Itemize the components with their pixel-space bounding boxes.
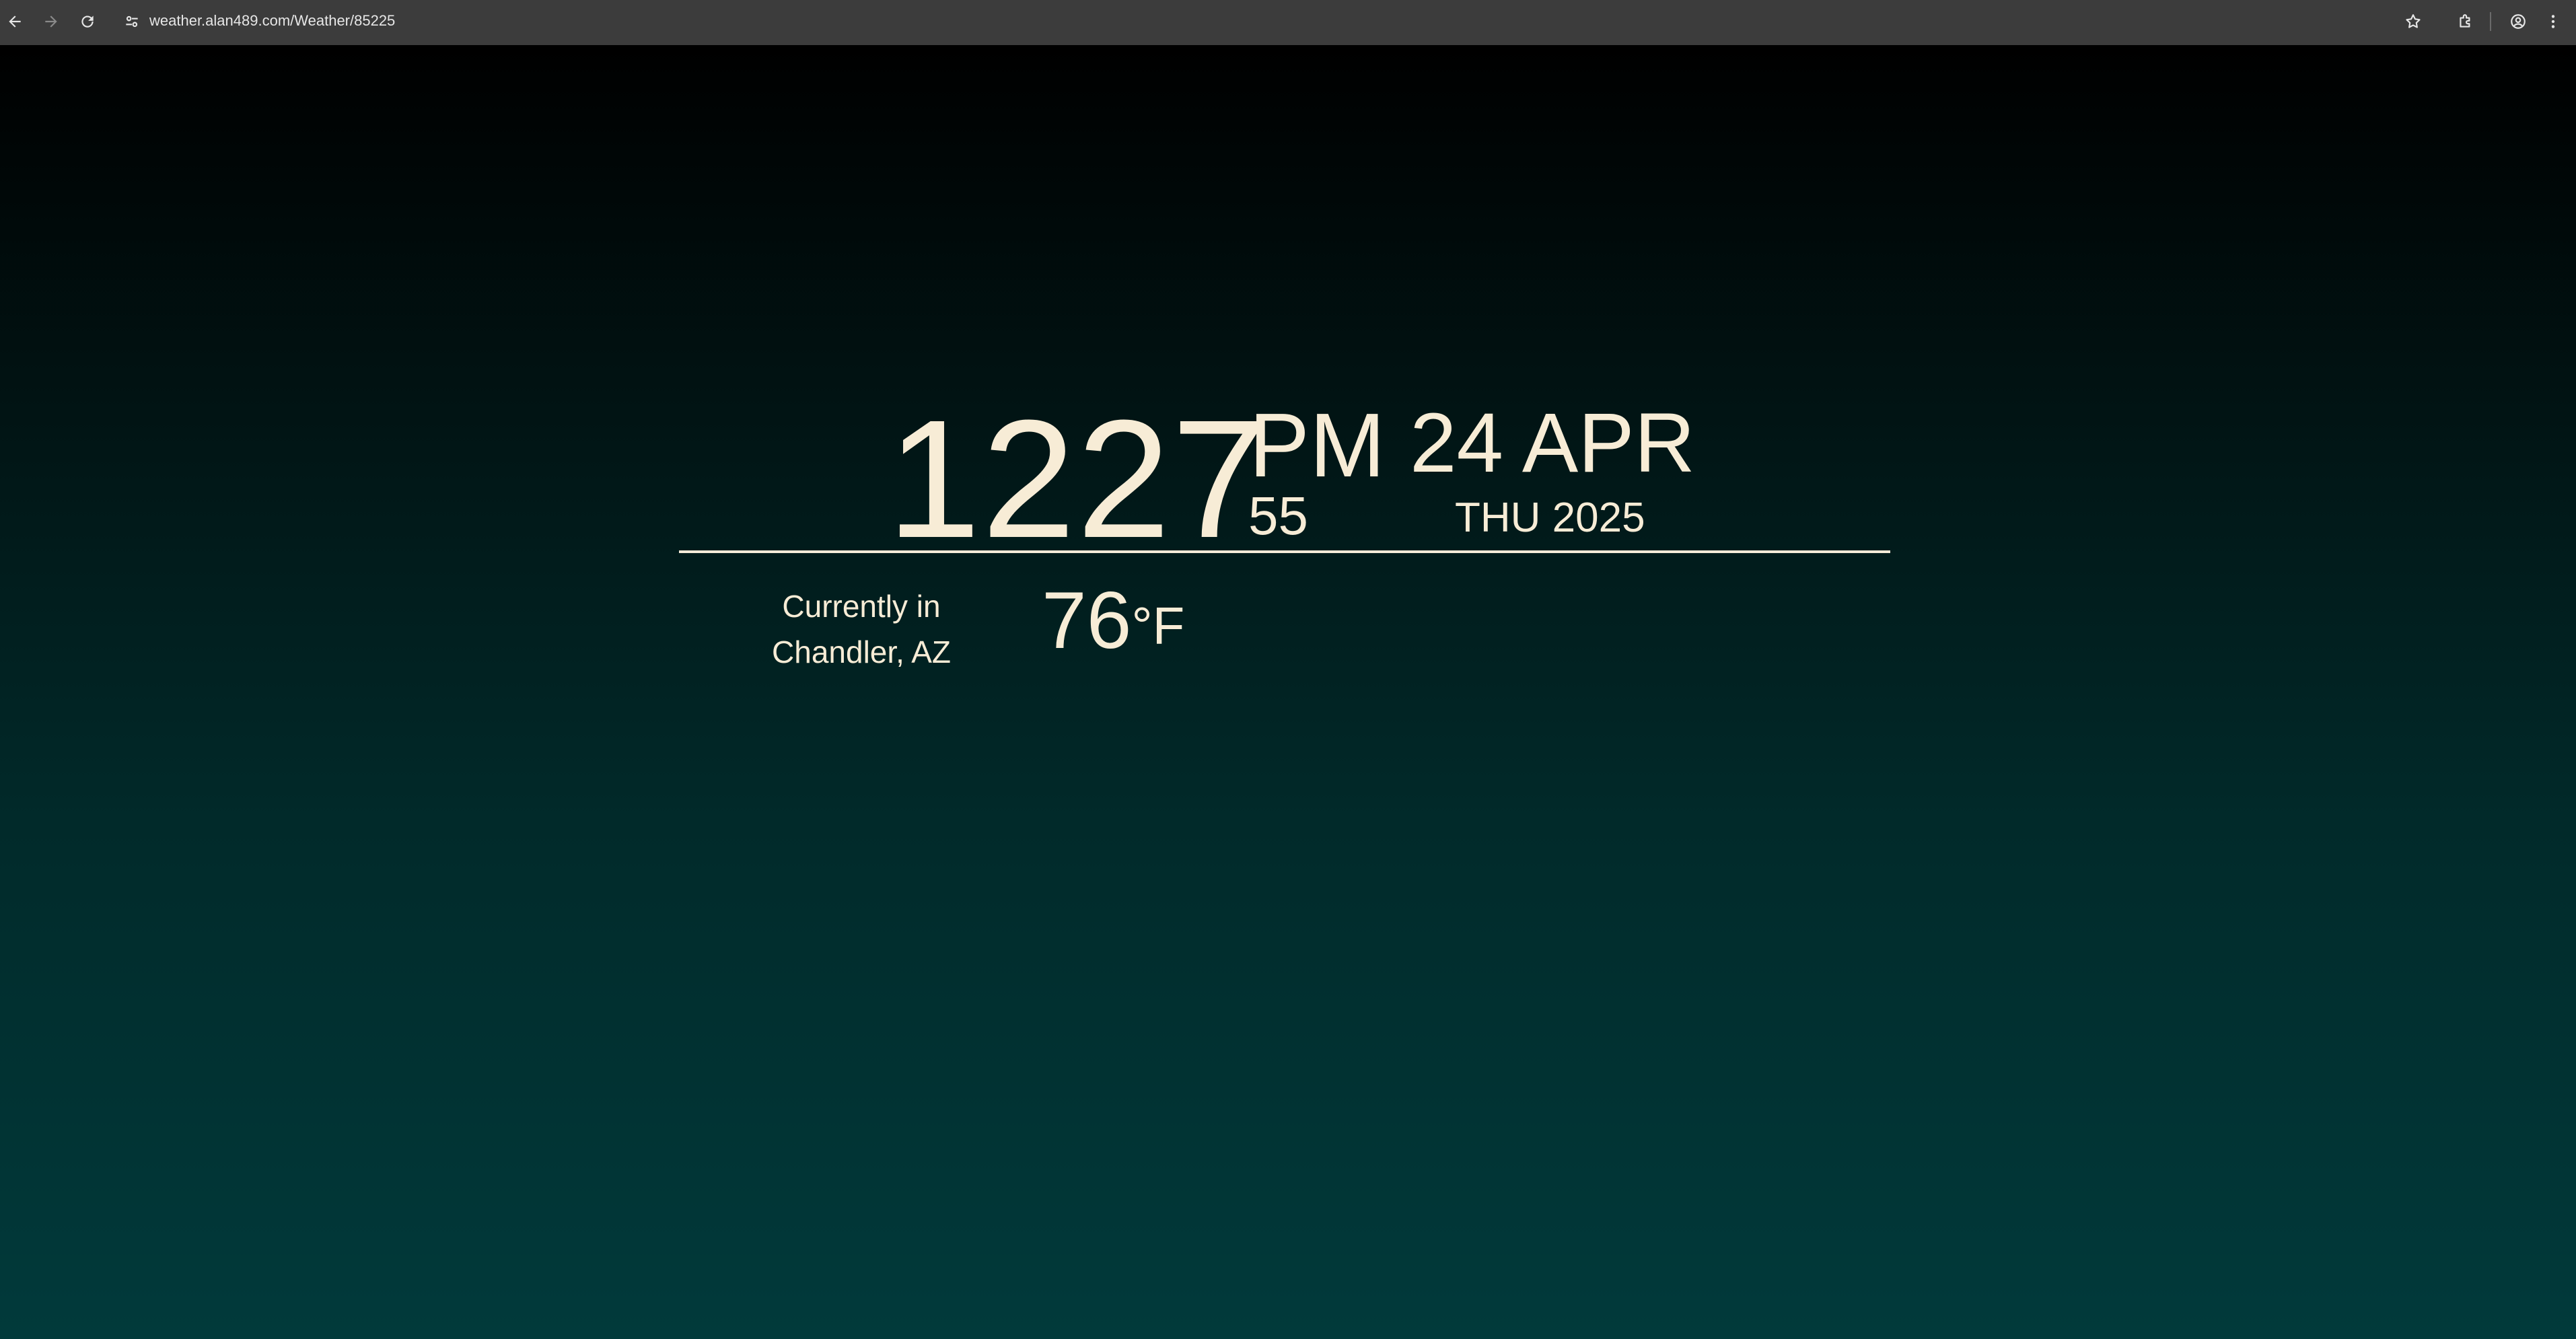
temperature-unit: °F [1131,596,1185,655]
forward-arrow-icon[interactable] [38,8,65,35]
address-bar-url[interactable]: weather.alan489.com/Weather/85225 [149,11,395,31]
profile-icon[interactable] [2505,8,2532,35]
reload-icon[interactable] [74,8,101,35]
location-city: Chandler, AZ [772,635,951,670]
weather-page: 1227 PM 55 24 APR THU 2025 Currently in … [0,45,2576,1339]
kebab-menu-icon[interactable] [2540,8,2567,35]
back-arrow-icon[interactable] [1,8,28,35]
clock-seconds: 55 [1248,486,1308,546]
clock-hour-minute: 1227 [887,385,1267,573]
current-temperature: 76°F [1042,577,1184,664]
date-day-month: 24 APR [1410,396,1695,490]
current-location: Currently in Chandler, AZ [740,583,982,675]
star-icon[interactable] [2400,8,2427,35]
puzzle-icon[interactable] [2452,8,2479,35]
site-settings-icon[interactable] [118,8,145,35]
clock-ampm: PM [1249,394,1386,496]
divider-line [679,550,1890,553]
browser-toolbar: weather.alan489.com/Weather/85225 [0,0,2576,45]
date-weekday-year: THU 2025 [1455,495,1645,541]
location-label: Currently in [782,589,941,624]
temperature-value: 76 [1042,575,1132,665]
toolbar-separator [2490,12,2491,31]
